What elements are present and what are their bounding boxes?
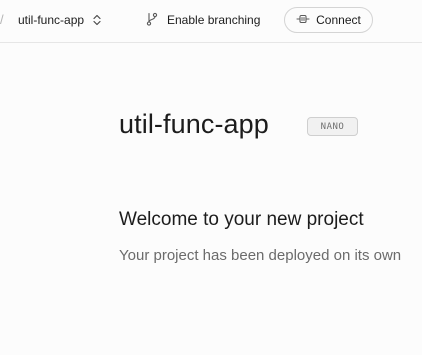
connect-button[interactable]: Connect <box>284 7 373 33</box>
project-overview: util-func-app NANO Welcome to your new p… <box>0 44 422 355</box>
plug-icon <box>296 13 310 28</box>
page-title: util-func-app <box>119 109 269 139</box>
project-switcher-button[interactable]: util-func-app <box>18 9 102 31</box>
git-branch-icon <box>145 12 159 29</box>
plan-badge: NANO <box>307 117 358 136</box>
enable-branching-button[interactable]: Enable branching <box>145 9 260 31</box>
deploy-description: Your project has been deployed on its ow… <box>119 247 402 264</box>
breadcrumb-separator: / <box>0 12 4 27</box>
project-switcher-label: util-func-app <box>18 13 85 27</box>
top-bar: / util-func-app Enable branching Connect <box>0 0 422 43</box>
welcome-heading: Welcome to your new project <box>119 209 364 230</box>
chevron-up-down-icon <box>92 14 102 26</box>
enable-branching-label: Enable branching <box>167 13 261 27</box>
connect-label: Connect <box>316 13 361 27</box>
